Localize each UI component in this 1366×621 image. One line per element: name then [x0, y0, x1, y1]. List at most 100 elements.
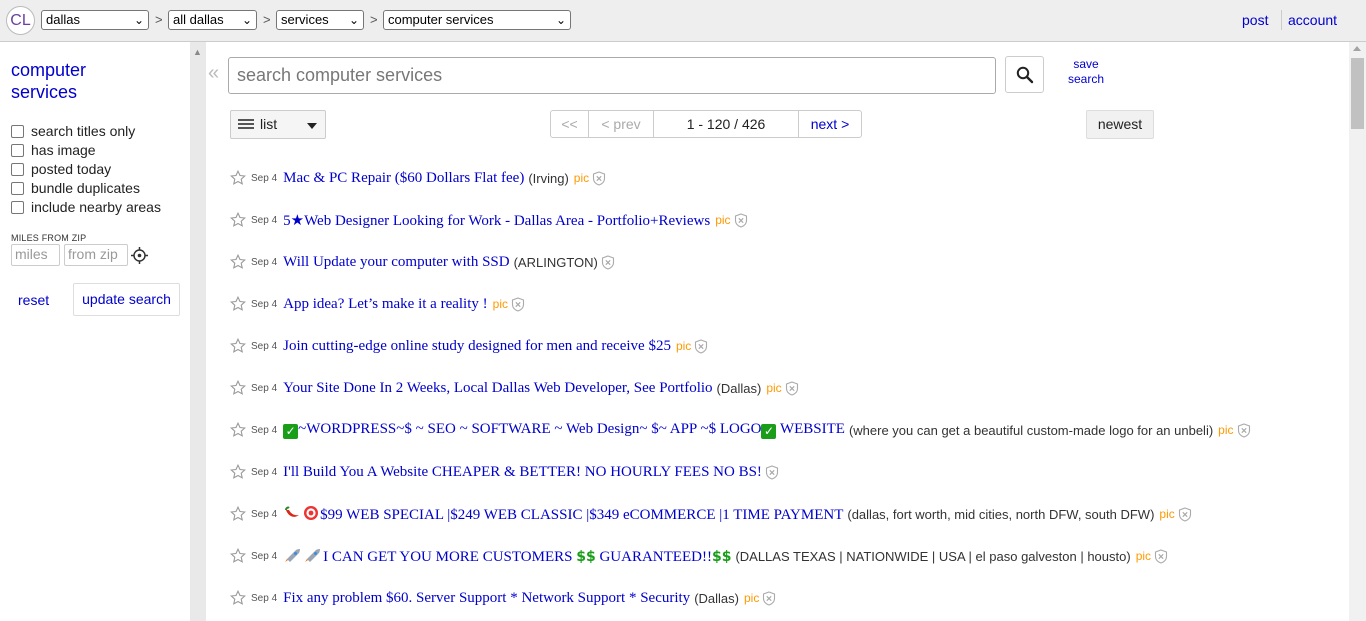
breadcrumb-separator: > — [155, 12, 163, 27]
star-icon[interactable] — [230, 590, 246, 606]
listing-title[interactable]: App idea? Let’s make it a reality ! — [283, 296, 488, 313]
listing-location: (where you can get a beautiful custom-ma… — [848, 422, 1214, 438]
search-input[interactable]: search computer services — [228, 57, 996, 94]
option-search-titles-only[interactable]: search titles only — [11, 123, 135, 139]
first-page-button[interactable]: << — [551, 111, 589, 137]
listing-title-part: I CAN GET YOU MORE CUSTOMERS — [323, 548, 577, 565]
checkbox[interactable] — [11, 162, 24, 176]
post-date: Sep 4 — [251, 172, 278, 184]
list-item: Sep 4 I'll Build You A Website CHEAPER &… — [230, 462, 779, 482]
star-icon[interactable] — [230, 422, 246, 438]
update-search-button[interactable]: update search — [73, 283, 180, 316]
checkbox[interactable] — [11, 200, 24, 214]
option-label: has image — [31, 142, 96, 158]
checkmark-emoji-icon: ✓ — [283, 424, 299, 439]
option-include-nearby-areas[interactable]: include nearby areas — [11, 199, 161, 215]
section-select[interactable]: services ⌄ — [276, 10, 364, 30]
checkbox[interactable] — [11, 143, 24, 157]
star-icon[interactable] — [230, 506, 246, 522]
star-icon[interactable] — [230, 464, 246, 480]
star-icon[interactable] — [230, 296, 246, 312]
sort-newest-button[interactable]: newest — [1086, 110, 1154, 139]
reset-link[interactable]: reset — [18, 292, 49, 308]
listing-title[interactable]: Fix any problem $60. Server Support * Ne… — [283, 590, 690, 607]
hide-icon[interactable] — [601, 254, 615, 270]
craigslist-logo[interactable]: CL — [6, 6, 35, 35]
checkbox[interactable] — [11, 124, 24, 138]
rocket-emoji-icon — [305, 548, 321, 562]
top-bar: CL dallas ⌄ > all dallas ⌄ > services ⌄ … — [0, 0, 1366, 42]
hide-icon[interactable] — [762, 590, 776, 606]
listing-title[interactable]: I'll Build You A Website CHEAPER & BETTE… — [283, 464, 762, 481]
hide-icon[interactable] — [765, 464, 779, 480]
category-select[interactable]: computer services ⌄ — [383, 10, 571, 30]
search-icon — [1016, 66, 1034, 84]
view-mode-dropdown[interactable]: list — [230, 110, 326, 139]
pic-tag: pic — [492, 297, 508, 311]
list-item: Sep 4 Your Site Done In 2 Weeks, Local D… — [230, 378, 799, 398]
star-icon[interactable] — [230, 254, 246, 270]
post-date: Sep 4 — [251, 592, 278, 604]
post-date: Sep 4 — [251, 256, 278, 268]
post-date: Sep 4 — [251, 466, 278, 478]
hide-icon[interactable] — [734, 212, 748, 228]
listing-title[interactable]: $99 WEB SPECIAL |$249 WEB CLASSIC |$349 … — [283, 505, 843, 524]
account-link[interactable]: account — [1288, 12, 1337, 28]
pic-tag: pic — [766, 381, 782, 395]
scrollbar-thumb[interactable] — [1351, 58, 1364, 129]
star-icon[interactable] — [230, 380, 246, 396]
listing-location: (Dallas) — [716, 380, 762, 396]
hide-icon[interactable] — [1154, 548, 1168, 564]
star-icon[interactable] — [230, 170, 246, 186]
post-link[interactable]: post — [1242, 12, 1268, 28]
hide-icon[interactable] — [592, 170, 606, 186]
hide-icon[interactable] — [694, 338, 708, 354]
post-date: Sep 4 — [251, 508, 278, 520]
option-label: posted today — [31, 161, 112, 177]
listing-title[interactable]: I CAN GET YOU MORE CUSTOMERS $$ GUARANTE… — [283, 547, 731, 566]
star-icon[interactable] — [230, 212, 246, 228]
hide-icon[interactable] — [1237, 422, 1251, 438]
checkbox[interactable] — [11, 181, 24, 195]
sidebar-gutter[interactable]: ▲ — [190, 42, 206, 621]
listing-title[interactable]: Your Site Done In 2 Weeks, Local Dallas … — [283, 380, 712, 397]
scroll-up-arrow-icon[interactable] — [1353, 46, 1361, 51]
hide-icon[interactable] — [511, 296, 525, 312]
listing-title-part: GUARANTEED!! — [595, 548, 712, 565]
area-select[interactable]: dallas ⌄ — [41, 10, 149, 30]
pagination: << < prev 1 - 120 / 426 next > — [550, 110, 862, 138]
category-title-line1: computer — [11, 60, 87, 80]
listing-title[interactable]: Will Update your computer with SSD — [283, 254, 509, 271]
listing-location: (ARLINGTON) — [513, 254, 598, 270]
view-mode-label: list — [260, 116, 278, 132]
category-title-line2: services — [11, 82, 78, 102]
listing-title[interactable]: ✓ ~WORDPRESS~$ ~ SEO ~ SOFTWARE ~ Web Des… — [283, 421, 845, 439]
pic-tag: pic — [743, 591, 760, 605]
star-icon[interactable] — [230, 338, 246, 354]
collapse-sidebar-icon[interactable]: « — [208, 62, 219, 85]
option-has-image[interactable]: has image — [11, 142, 96, 158]
next-page-button[interactable]: next > — [799, 111, 861, 137]
locate-icon[interactable] — [131, 247, 148, 264]
hide-icon[interactable] — [785, 380, 799, 396]
listing-title-part: WEBSITE — [776, 421, 845, 437]
hide-icon[interactable] — [1178, 506, 1192, 522]
star-icon[interactable] — [230, 548, 246, 564]
option-bundle-duplicates[interactable]: bundle duplicates — [11, 180, 140, 196]
subarea-select[interactable]: all dallas ⌄ — [168, 10, 257, 30]
zip-input[interactable]: from zip — [64, 244, 128, 266]
miles-input[interactable]: miles — [11, 244, 60, 266]
listing-location: (dallas, fort worth, mid cities, north D… — [847, 506, 1155, 522]
save-search-link[interactable]: save search — [1062, 57, 1110, 87]
page-range: 1 - 120 / 426 — [654, 111, 799, 137]
listing-title[interactable]: Mac & PC Repair ($60 Dollars Flat fee) — [283, 170, 524, 187]
search-button[interactable] — [1005, 56, 1044, 93]
list-item: Sep 4 $99 WEB SPECIAL |$249 WEB CLASSIC … — [230, 504, 1192, 524]
page-scrollbar[interactable] — [1349, 42, 1366, 621]
listing-title[interactable]: 5★Web Designer Looking for Work - Dallas… — [283, 211, 710, 230]
header-divider — [1281, 10, 1282, 30]
prev-page-button[interactable]: < prev — [589, 111, 654, 137]
listing-title[interactable]: Join cutting-edge online study designed … — [283, 338, 671, 355]
option-posted-today[interactable]: posted today — [11, 161, 111, 177]
category-title[interactable]: computer services — [11, 59, 86, 103]
